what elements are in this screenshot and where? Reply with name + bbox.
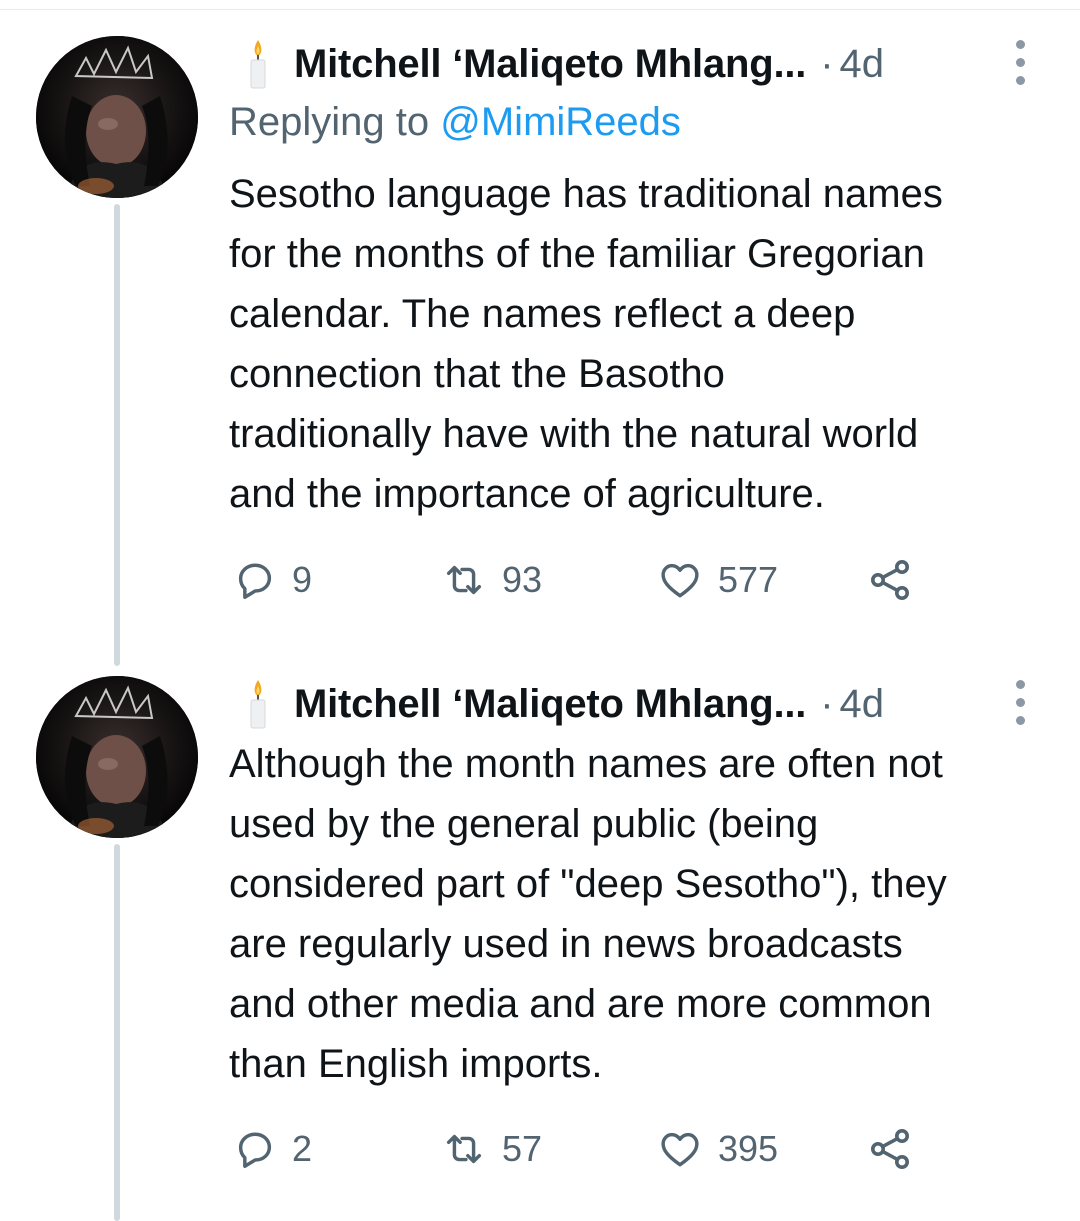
like-button[interactable]: 577 [656,555,778,605]
tweet-actions: 9 93 577 [232,555,932,605]
text-line: considered part of "deep Sesotho"), they [229,862,947,906]
timestamp[interactable]: 4d [840,682,885,727]
author-name[interactable]: Mitchell ‘Maliqeto Mhlang... [294,42,806,87]
share-icon [871,1129,909,1169]
text-line: Although the month names are often not [229,742,943,786]
reply-icon [238,1132,272,1168]
text-line: and other media and are more common [229,982,932,1026]
text-line: and the importance of agriculture. [229,472,825,516]
thread-line [114,204,120,666]
heart-icon [661,563,699,598]
avatar[interactable] [36,36,198,198]
like-count: 577 [718,559,779,600]
reply-button[interactable]: 2 [232,1124,312,1174]
text-line: connection that the Basotho [229,352,725,396]
share-button[interactable] [866,555,916,605]
text-line: for the months of the familiar Gregorian [229,232,925,276]
retweet-icon [446,1134,482,1164]
thread-line [114,844,120,1221]
text-line: calendar. The names reflect a deep [229,292,856,336]
more-vertical-icon[interactable] [1010,680,1030,728]
separator: · [820,681,834,726]
retweet-count: 93 [502,559,543,600]
share-icon [871,560,909,600]
retweet-button[interactable]: 57 [440,1124,542,1174]
tweet-text: Although the month names are often not u… [229,734,1059,1094]
text-line: Sesotho language has traditional names [229,172,943,216]
heart-icon [661,1132,699,1167]
replying-to-handle[interactable]: @MimiReeds [440,100,681,144]
retweet-count: 57 [502,1128,543,1169]
tweet-text: Sesotho language has traditional names f… [229,164,1059,524]
timestamp[interactable]: 4d [840,42,885,87]
reply-count: 9 [292,559,313,600]
reply-icon [238,563,272,599]
tweet-actions: 2 57 395 [232,1124,932,1174]
candle-icon [244,676,272,732]
share-button[interactable] [866,1124,916,1174]
separator: · [820,41,834,86]
tweet-header: Mitchell ‘Maliqeto Mhlang... · 4d [244,36,884,92]
text-line: than English imports. [229,1042,603,1086]
reply-button[interactable]: 9 [232,555,312,605]
author-name[interactable]: Mitchell ‘Maliqeto Mhlang... [294,682,806,727]
reply-count: 2 [292,1128,313,1169]
text-line: used by the general public (being [229,802,819,846]
tweet-header: Mitchell ‘Maliqeto Mhlang... · 4d [244,676,884,732]
candle-icon [244,36,272,92]
text-line: are regularly used in news broadcasts [229,922,903,966]
like-button[interactable]: 395 [656,1124,778,1174]
avatar[interactable] [36,676,198,838]
retweet-button[interactable]: 93 [440,555,542,605]
like-count: 395 [718,1128,779,1169]
retweet-icon [446,565,482,595]
replying-to-label: Replying to [229,100,430,144]
text-line: traditionally have with the natural worl… [229,412,919,456]
tweet[interactable]: Mitchell ‘Maliqeto Mhlang... · 4d Althou… [0,640,1080,1221]
more-vertical-icon[interactable] [1010,40,1030,88]
replying-to: Replying to @MimiReeds [229,100,681,145]
tweet[interactable]: Mitchell ‘Maliqeto Mhlang... · 4d Replyi… [0,0,1080,666]
